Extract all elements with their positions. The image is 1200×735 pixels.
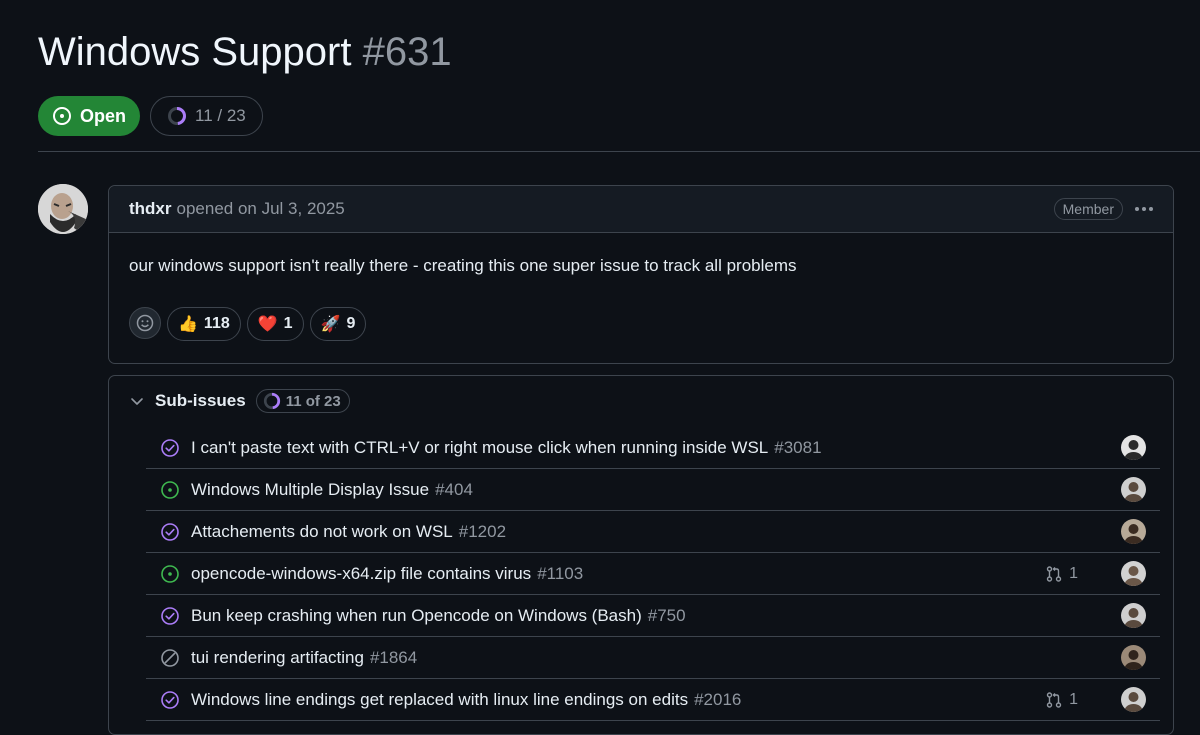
assignee-avatar[interactable] [1121, 687, 1146, 712]
sub-issue-row[interactable]: tui rendering artifacting #1864 [146, 637, 1160, 679]
sub-issue-number: #2016 [694, 689, 742, 709]
assignee-avatar[interactable] [1121, 645, 1146, 670]
issue-closed-icon [161, 606, 179, 625]
thumbs-up-icon: 👍 [178, 316, 198, 333]
sub-issue-row[interactable]: Attachements do not work on WSL #1202 [146, 511, 1160, 553]
sub-issue-number: #1864 [369, 647, 418, 667]
sub-issue-row[interactable]: Windows line endings get replaced with l… [146, 679, 1160, 721]
sub-issues-header[interactable]: Sub-issues 11 of 23 [109, 376, 1173, 426]
sub-issue-title[interactable]: Bun keep crashing when run Opencode on W… [191, 606, 642, 626]
assignee-avatar[interactable] [1121, 477, 1146, 502]
avatar-image [1121, 561, 1146, 586]
avatar-image [1121, 477, 1146, 502]
avatar-image [1121, 603, 1146, 628]
sub-issue-title[interactable]: tui rendering artifacting [191, 648, 364, 668]
assignee-avatar[interactable] [1121, 519, 1146, 544]
issue-opened-icon [53, 107, 71, 125]
header-divider [38, 151, 1200, 152]
kebab-horizontal-icon[interactable] [1135, 203, 1153, 215]
sub-issue-number: #404 [435, 479, 473, 499]
author-avatar[interactable] [38, 184, 88, 234]
avatar-image [38, 184, 88, 234]
sub-issue-progress-pill[interactable]: 11 / 23 [150, 96, 263, 136]
reaction-rocket[interactable]: 🚀 9 [309, 307, 367, 341]
comment-text: our windows support isn't really there -… [129, 256, 797, 275]
member-badge: Member [1053, 198, 1123, 220]
git-pull-request-icon [1046, 565, 1062, 582]
comment-author[interactable]: thdxr [129, 199, 172, 219]
state-badge-open: Open [38, 96, 141, 136]
linked-pr-count[interactable]: 1 [1045, 691, 1078, 709]
issue-title-text: Windows Support [38, 30, 352, 74]
linked-pr-number: 1 [1069, 564, 1078, 582]
progress-text: 11 / 23 [195, 106, 246, 125]
git-pull-request-icon [1046, 691, 1062, 708]
sub-issue-title[interactable]: Attachements do not work on WSL [191, 522, 453, 542]
chevron-down-icon[interactable] [129, 393, 145, 409]
rocket-icon: 🚀 [320, 316, 341, 333]
issue-open-icon [161, 564, 179, 583]
avatar-image [1121, 435, 1146, 460]
sub-issue-title[interactable]: Windows Multiple Display Issue [191, 480, 429, 500]
comment-header: thdxr opened on Jul 3, 2025 Member [109, 186, 1173, 233]
sub-issue-row[interactable]: I can't paste text with CTRL+V or right … [146, 427, 1160, 469]
sub-issues-title: Sub-issues [155, 391, 246, 410]
issue-open-icon [161, 480, 179, 499]
sub-issues-count: 11 of 23 [285, 392, 341, 410]
sub-issue-row[interactable]: Bun keep crashing when run Opencode on W… [146, 595, 1160, 637]
reaction-count: 118 [203, 315, 230, 332]
assignee-avatar[interactable] [1121, 603, 1146, 628]
avatar-image [1121, 519, 1146, 544]
linked-pr-number: 1 [1069, 690, 1078, 708]
issue-number: #631 [362, 30, 452, 74]
issue-title: Windows Support #631 [38, 26, 452, 78]
sub-issue-row[interactable]: opencode-windows-x64.zip file contains v… [146, 553, 1160, 595]
reaction-count: 1 [283, 315, 293, 332]
issue-state-row: Open 11 / 23 [38, 96, 263, 136]
issue-comment: thdxr opened on Jul 3, 2025 Member our w… [108, 185, 1174, 364]
smiley-icon [136, 314, 154, 332]
issue-not-planned-icon [161, 648, 179, 667]
reaction-count: 9 [346, 315, 356, 332]
sub-issue-number: #1202 [458, 521, 507, 541]
linked-pr-count[interactable]: 1 [1045, 565, 1078, 583]
sub-issues-count-badge: 11 of 23 [255, 389, 350, 413]
sub-issue-row[interactable]: Windows Multiple Display Issue #404 [146, 469, 1160, 511]
reaction-heart[interactable]: ❤️ 1 [246, 307, 304, 341]
avatar-image [1121, 687, 1146, 712]
issue-closed-icon [161, 438, 179, 457]
progress-ring-icon [263, 392, 280, 410]
sub-issue-number: #1103 [537, 563, 584, 583]
issue-closed-icon [161, 690, 179, 709]
sub-issue-title[interactable]: Windows line endings get replaced with l… [191, 690, 688, 710]
issue-closed-icon [161, 522, 179, 541]
sub-issues-list: I can't paste text with CTRL+V or right … [146, 427, 1160, 721]
avatar-image [1121, 645, 1146, 670]
sub-issue-title[interactable]: opencode-windows-x64.zip file contains v… [191, 564, 531, 584]
comment-body: our windows support isn't really there -… [109, 233, 1173, 341]
reactions-bar: 👍 118 ❤️ 1 🚀 9 [129, 307, 1153, 341]
sub-issue-number: #3081 [774, 437, 822, 457]
reaction-thumbs-up[interactable]: 👍 118 [167, 307, 241, 341]
heart-icon: ❤️ [257, 316, 278, 333]
state-label: Open [80, 105, 127, 126]
assignee-avatar[interactable] [1121, 561, 1146, 586]
add-reaction-button[interactable] [129, 307, 161, 339]
sub-issue-number: #750 [647, 605, 686, 625]
comment-opened-text: opened on Jul 3, 2025 [176, 199, 345, 218]
sub-issue-title[interactable]: I can't paste text with CTRL+V or right … [191, 438, 768, 458]
progress-ring-icon [168, 107, 187, 125]
sub-issues-panel: Sub-issues 11 of 23 I can't paste text w… [108, 375, 1174, 735]
assignee-avatar[interactable] [1121, 435, 1146, 460]
